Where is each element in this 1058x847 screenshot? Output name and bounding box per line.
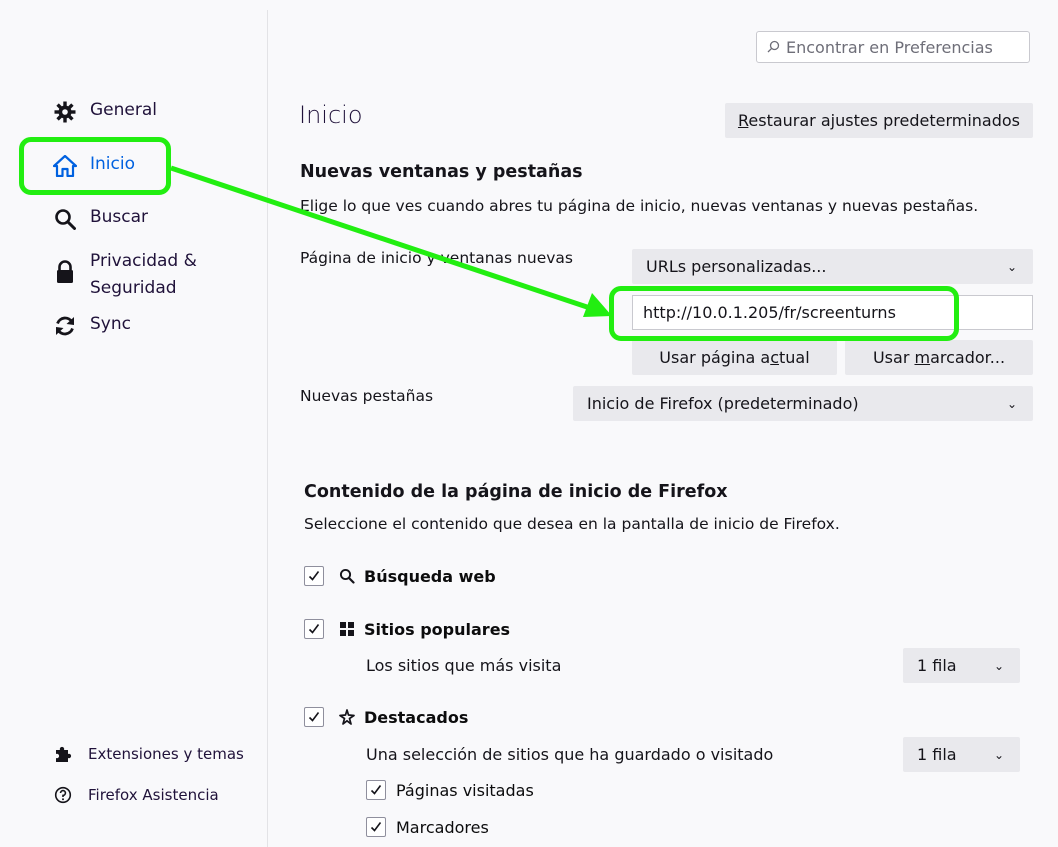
bookmarks-checkbox[interactable]: [366, 817, 386, 837]
highlights-checkbox[interactable]: [304, 707, 324, 727]
checkmark-icon: [308, 624, 320, 634]
sidebar-link-extensions[interactable]: Extensiones y temas: [52, 745, 244, 763]
restore-defaults-button[interactable]: Restaurar ajustes predeterminados: [725, 103, 1033, 138]
use-bookmark-button[interactable]: Usar marcador...: [845, 340, 1033, 375]
new-windows-heading: Nuevas ventanas y pestañas: [300, 162, 583, 182]
top-sites-rows-value: 1 fila: [917, 656, 957, 675]
use-current-page-button[interactable]: Usar página actual: [632, 340, 837, 375]
checkmark-icon: [308, 712, 320, 722]
visited-pages-label: Páginas visitadas: [396, 780, 534, 800]
chevron-down-icon: ⌄: [1006, 396, 1017, 411]
web-search-option[interactable]: Búsqueda web: [304, 566, 496, 586]
search-icon: [767, 38, 780, 57]
restore-accesskey: R: [737, 111, 749, 130]
visited-pages-option[interactable]: Páginas visitadas: [366, 780, 534, 800]
search-icon: [52, 207, 78, 231]
home-content-heading: Contenido de la página de inicio de Fire…: [304, 482, 728, 502]
web-search-checkbox[interactable]: [304, 566, 324, 586]
home-content-description: Seleccione el contenido que desea en la …: [304, 515, 840, 533]
sidebar-item-label: Buscar: [90, 207, 149, 227]
sidebar-link-label: Extensiones y temas: [88, 745, 244, 763]
preferences-search-input[interactable]: Encontrar en Preferencias: [756, 31, 1030, 63]
new-windows-description: Elige lo que ves cuando abres tu página …: [300, 197, 979, 215]
highlights-rows-select[interactable]: 1 fila ⌄: [903, 737, 1020, 772]
sidebar-divider: [267, 10, 268, 847]
homepage-mode-value: URLs personalizadas...: [646, 257, 827, 276]
web-search-label: Búsqueda web: [364, 566, 496, 586]
highlights-option[interactable]: Destacados: [304, 707, 468, 727]
use-bookmark-accesskey: m: [914, 348, 931, 367]
top-sites-label: Sitios populares: [364, 619, 511, 639]
sparkle-icon: [338, 709, 356, 725]
bookmarks-option[interactable]: Marcadores: [366, 817, 489, 837]
sidebar-item-label: Inicio: [90, 154, 135, 174]
sidebar-item-label-line2: Seguridad: [90, 278, 177, 298]
search-placeholder: Encontrar en Preferencias: [786, 37, 993, 57]
bookmarks-label: Marcadores: [396, 817, 489, 837]
sidebar-item-home[interactable]: Inicio: [52, 154, 135, 178]
new-tabs-label: Nuevas pestañas: [300, 387, 434, 405]
use-bookmark-label-a: Usar: [872, 348, 915, 367]
homepage-url-input[interactable]: http://10.0.1.205/fr/screenturns: [632, 295, 1033, 330]
restore-label: estaurar ajustes predeterminados: [748, 111, 1020, 130]
checkmark-icon: [308, 571, 320, 581]
chevron-down-icon: ⌄: [993, 658, 1004, 673]
homepage-url-value: http://10.0.1.205/fr/screenturns: [643, 303, 896, 322]
highlights-label: Destacados: [364, 707, 469, 727]
new-tabs-select[interactable]: Inicio de Firefox (predeterminado) ⌄: [573, 386, 1033, 421]
gear-icon: [52, 100, 78, 124]
sidebar-item-label: General: [90, 100, 157, 120]
sidebar-item-label: Sync: [90, 314, 131, 334]
sidebar-link-label: Firefox Asistencia: [88, 786, 219, 804]
help-icon: [52, 786, 74, 804]
top-sites-description: Los sitios que más visita: [366, 656, 562, 675]
search-icon: [338, 568, 356, 584]
checkmark-icon: [370, 785, 382, 795]
use-current-label-a: Usar página a: [659, 348, 771, 367]
sidebar-link-support[interactable]: Firefox Asistencia: [52, 786, 219, 804]
sync-icon: [52, 314, 78, 338]
homepage-label: Página de inicio y ventanas nuevas: [300, 249, 573, 267]
highlights-description: Una selección de sitios que ha guardado …: [366, 745, 774, 764]
use-current-label-b: tual: [779, 348, 810, 367]
checkmark-icon: [370, 822, 382, 832]
chevron-down-icon: ⌄: [1006, 259, 1017, 274]
chevron-down-icon: ⌄: [993, 747, 1004, 762]
use-bookmark-label-b: arcador...: [930, 348, 1006, 367]
sidebar-item-privacy[interactable]: Privacidad & Seguridad: [52, 248, 197, 302]
lock-icon: [52, 260, 78, 284]
top-sites-rows-select[interactable]: 1 fila ⌄: [903, 648, 1020, 683]
sidebar-item-general[interactable]: General: [52, 100, 157, 124]
sidebar-item-label: Privacidad &: [90, 251, 197, 271]
sidebar-item-sync[interactable]: Sync: [52, 314, 131, 338]
highlights-rows-value: 1 fila: [917, 745, 957, 764]
top-sites-option[interactable]: Sitios populares: [304, 619, 510, 639]
page-title: Inicio: [299, 101, 363, 129]
new-tabs-value: Inicio de Firefox (predeterminado): [587, 394, 859, 413]
home-icon: [52, 154, 78, 178]
top-sites-checkbox[interactable]: [304, 619, 324, 639]
sidebar-item-search[interactable]: Buscar: [52, 207, 148, 231]
homepage-mode-select[interactable]: URLs personalizadas... ⌄: [632, 249, 1033, 284]
use-current-accesskey: c: [770, 348, 780, 367]
grid-icon: [338, 621, 356, 637]
visited-pages-checkbox[interactable]: [366, 780, 386, 800]
puzzle-icon: [52, 745, 74, 763]
